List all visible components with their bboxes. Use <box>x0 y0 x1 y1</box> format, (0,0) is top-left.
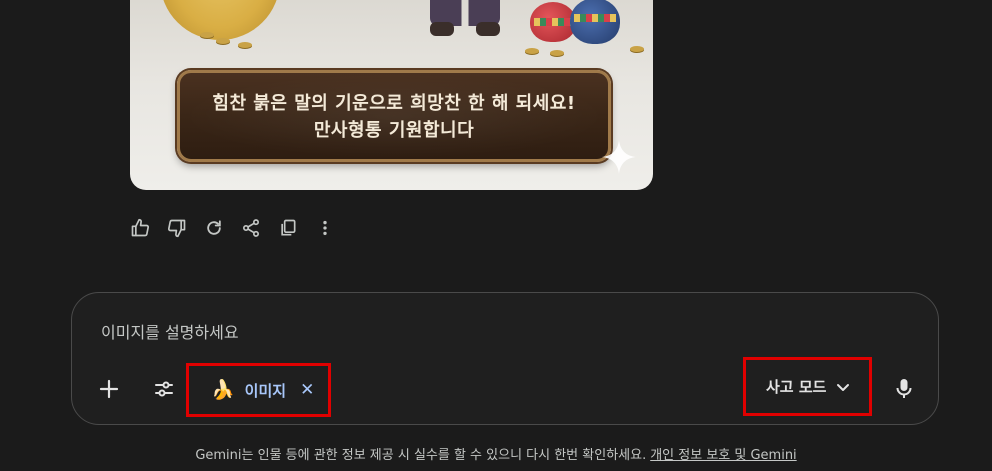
coin <box>216 38 230 44</box>
thumbs-down-icon[interactable] <box>167 218 187 238</box>
plaque-line-2: 만사형통 기원합니다 <box>313 120 475 141</box>
plaque-line-1: 힘찬 붉은 말의 기운으로 희망찬 한 해 되세요! <box>212 93 576 114</box>
coin <box>550 50 564 56</box>
generated-image[interactable]: 힘찬 붉은 말의 기운으로 희망찬 한 해 되세요! 만사형통 기원합니다 <box>130 0 653 190</box>
banana-icon: 🍌 <box>211 378 235 401</box>
coin <box>630 46 644 52</box>
image-tool-chip[interactable]: 🍌 이미지 ✕ <box>186 363 331 417</box>
chip-label: 이미지 <box>244 381 287 400</box>
mic-icon[interactable] <box>890 375 918 403</box>
footer-disclaimer: Gemini는 인물 등에 관한 정보 제공 시 실수를 할 수 있으니 다시 … <box>0 444 992 463</box>
redo-icon[interactable] <box>204 218 224 238</box>
lucky-pouch-blue <box>570 0 620 44</box>
chevron-down-icon <box>837 383 850 391</box>
prompt-input[interactable] <box>99 319 703 345</box>
copy-icon[interactable] <box>278 218 298 238</box>
shoe-right <box>476 22 500 36</box>
share-icon[interactable] <box>241 218 261 238</box>
disclaimer-text: Gemini는 인물 등에 관한 정보 제공 시 실수를 할 수 있으니 다시 … <box>195 448 647 463</box>
sparkle-icon <box>602 140 636 174</box>
shoe-left <box>430 22 454 36</box>
coin <box>525 48 539 54</box>
privacy-link[interactable]: 개인 정보 보호 및 Gemini <box>650 448 796 463</box>
tune-icon[interactable] <box>150 375 178 403</box>
plus-icon[interactable] <box>95 375 123 403</box>
close-icon[interactable]: ✕ <box>300 380 314 400</box>
greeting-plaque: 힘찬 붉은 말의 기운으로 희망찬 한 해 되세요! 만사형통 기원합니다 <box>177 70 611 162</box>
thumbs-up-icon[interactable] <box>130 218 150 238</box>
more-vert-icon[interactable] <box>315 218 335 238</box>
coin <box>200 32 214 38</box>
thinking-mode-dropdown[interactable]: 사고 모드 <box>743 357 872 416</box>
coin <box>238 42 252 48</box>
mode-label: 사고 모드 <box>766 378 827 396</box>
prompt-box: 🍌 이미지 ✕ 사고 모드 <box>71 292 939 425</box>
hanbok-figure <box>160 0 280 40</box>
